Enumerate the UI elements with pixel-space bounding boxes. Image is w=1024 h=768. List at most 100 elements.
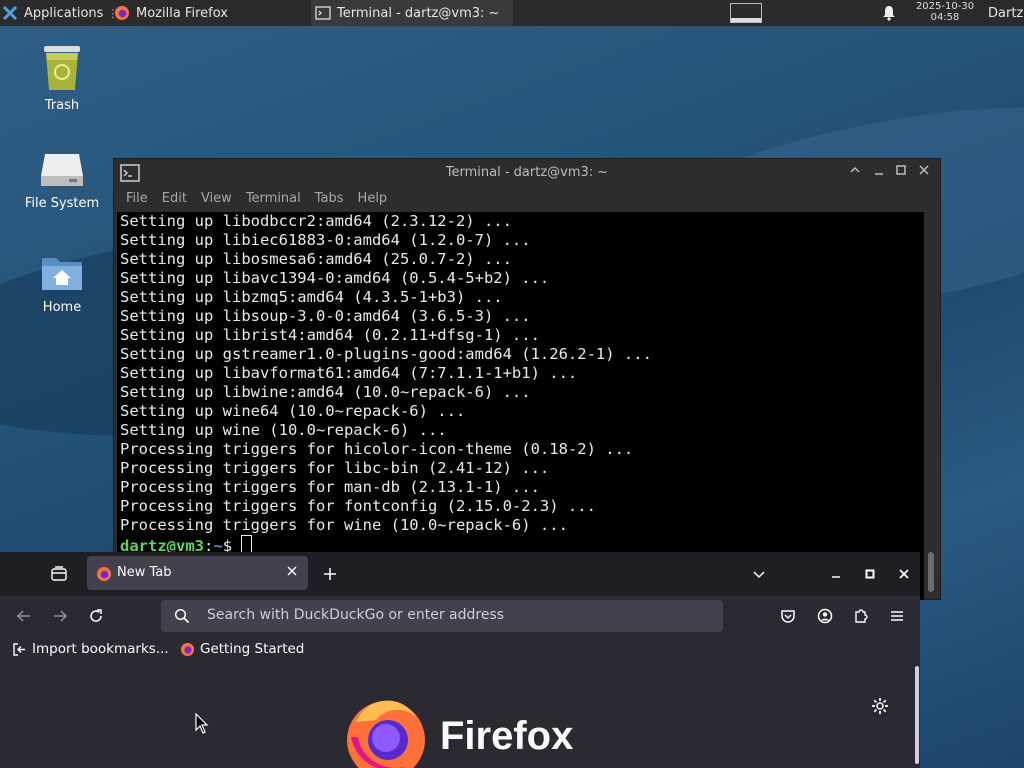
desktop-icon-file-system[interactable]: File System <box>17 150 107 211</box>
forward-button[interactable] <box>50 606 70 626</box>
reload-button[interactable] <box>86 606 106 626</box>
clock[interactable]: 2025-10-30 04:58 <box>906 1 984 23</box>
firefox-wordmark: Firefox <box>440 714 574 758</box>
menu-file[interactable]: File <box>120 187 156 211</box>
terminal-line: Processing triggers for libc-bin (2.41-1… <box>120 459 550 477</box>
taskbar-item-label: Terminal - dartz@vm3: ~ <box>337 5 500 21</box>
pocket-icon <box>781 610 795 623</box>
app-menu-button[interactable] <box>887 606 907 626</box>
terminal-scrollbar[interactable] <box>926 212 936 596</box>
terminal-line: Processing triggers for man-db (2.13.1-1… <box>120 478 540 496</box>
terminal-icon <box>315 6 331 20</box>
clock-time: 04:58 <box>930 12 960 23</box>
xfce-logo-icon <box>2 5 18 21</box>
desktop-icon-home[interactable]: Home <box>17 252 107 315</box>
minimize-button[interactable] <box>873 164 885 180</box>
firefox-logo <box>346 692 426 768</box>
menu-view[interactable]: View <box>195 187 240 211</box>
terminal-line: Setting up libsoup-3.0-0:amd64 (3.6.5-3)… <box>120 307 531 325</box>
terminal-output[interactable]: Setting up libodbccr2:amd64 (2.3.12-2) .… <box>117 212 924 600</box>
notifications-button[interactable] <box>882 0 896 26</box>
bookmark-label: Getting Started <box>200 641 305 657</box>
close-icon <box>899 569 909 579</box>
firefox-icon <box>180 642 195 656</box>
taskbar-item-terminal[interactable]: Terminal - dartz@vm3: ~ <box>311 0 513 26</box>
back-button[interactable] <box>14 606 34 626</box>
terminal-line: Setting up libiec61883-0:amd64 (1.2.0-7)… <box>120 231 531 249</box>
firefox-icon <box>97 567 111 581</box>
terminal-line: Setting up libavc1394-0:amd64 (0.5.4-5+b… <box>120 269 550 287</box>
trash-icon <box>44 46 80 90</box>
terminal-line: Setting up librist4:amd64 (0.2.11+dfsg-1… <box>120 326 540 344</box>
terminal-menubar: File Edit View Terminal Tabs Help <box>114 187 940 211</box>
desktop-icon-label: Home <box>42 300 82 315</box>
maximize-button[interactable] <box>859 564 881 584</box>
applications-label: Applications <box>24 5 104 21</box>
close-button[interactable] <box>893 564 915 584</box>
terminal-line: Setting up wine64 (10.0~repack-6) ... <box>120 402 466 420</box>
menu-help[interactable]: Help <box>352 187 396 211</box>
close-icon <box>919 165 929 175</box>
desktop-icon-trash[interactable]: Trash <box>17 44 107 113</box>
home-folder-icon <box>42 258 82 290</box>
terminal-line: Setting up wine (10.0~repack-6) ... <box>120 421 447 439</box>
taskbar-item-label: Mozilla Firefox <box>136 5 228 21</box>
mouse-pointer-icon <box>195 713 209 734</box>
tab-close-button[interactable] <box>286 565 298 581</box>
firefox-window[interactable]: New Tab Search with DuckDuckGo or enter … <box>0 552 920 768</box>
menu-tabs[interactable]: Tabs <box>309 187 352 211</box>
page-scrollbar[interactable] <box>915 666 919 764</box>
tab-new-tab[interactable]: New Tab <box>87 556 308 590</box>
scrollbar-thumb[interactable] <box>928 552 934 592</box>
import-bookmarks-button[interactable]: Import bookmarks... <box>12 641 169 657</box>
close-icon <box>287 566 297 576</box>
bookmark-getting-started[interactable]: Getting Started <box>180 641 304 657</box>
maximize-icon <box>865 569 875 579</box>
menu-edit[interactable]: Edit <box>156 187 195 211</box>
terminal-line: Setting up libodbccr2:amd64 (2.3.12-2) .… <box>120 212 512 230</box>
url-bar[interactable]: Search with DuckDuckGo or enter address <box>161 600 723 632</box>
firefox-view-button[interactable] <box>48 564 70 584</box>
firefox-icon <box>115 6 129 20</box>
firefox-navbar: Search with DuckDuckGo or enter address <box>0 596 920 636</box>
terminal-line: Processing triggers for wine (10.0~repac… <box>120 516 568 534</box>
minimize-icon <box>875 173 883 175</box>
gear-icon <box>872 698 888 714</box>
minimize-button[interactable] <box>825 564 847 584</box>
arrow-right-icon <box>54 610 68 622</box>
workspace-1[interactable] <box>730 3 762 23</box>
terminal-titlebar[interactable]: Terminal - dartz@vm3: ~ <box>114 159 940 187</box>
user-menu[interactable]: Dartz <box>988 0 1023 26</box>
pocket-button[interactable] <box>778 606 798 626</box>
terminal-title: Terminal - dartz@vm3: ~ <box>445 165 609 180</box>
shade-button[interactable] <box>849 164 861 180</box>
customize-button[interactable] <box>868 694 892 718</box>
close-button[interactable] <box>918 164 930 180</box>
extensions-button[interactable] <box>851 606 871 626</box>
arrow-left-icon <box>16 610 30 622</box>
minimize-icon <box>832 576 840 578</box>
firefox-tabbar: New Tab <box>0 552 920 596</box>
terminal-line: Setting up gstreamer1.0-plugins-good:amd… <box>120 345 652 363</box>
account-icon <box>817 608 833 624</box>
desktop-icon-label: Trash <box>44 98 80 113</box>
search-icon <box>174 608 190 624</box>
bookmark-label: Import bookmarks... <box>32 641 169 657</box>
new-tab-page: Firefox <box>0 664 920 768</box>
top-panel: Applications ⋮ Mozilla Firefox Terminal … <box>0 0 1024 26</box>
chevron-down-icon <box>753 571 765 579</box>
terminal-line: Setting up libwine:amd64 (10.0~repack-6)… <box>120 383 531 401</box>
maximize-button[interactable] <box>895 164 907 180</box>
desktop-icon-label: File System <box>24 196 100 211</box>
terminal-window[interactable]: Terminal - dartz@vm3: ~ File Edit View T… <box>113 158 941 600</box>
applications-menu-button[interactable]: Applications ⋮ <box>2 0 118 26</box>
plus-icon <box>324 568 336 580</box>
tab-label: New Tab <box>117 565 172 580</box>
menu-terminal[interactable]: Terminal <box>240 187 309 211</box>
account-button[interactable] <box>815 606 835 626</box>
workspace-switcher[interactable] <box>730 0 762 26</box>
new-tab-button[interactable] <box>319 564 341 584</box>
taskbar-item-firefox[interactable]: Mozilla Firefox <box>110 0 310 26</box>
terminal-line: Processing triggers for fontconfig (2.15… <box>120 497 596 515</box>
list-all-tabs-button[interactable] <box>748 564 770 584</box>
